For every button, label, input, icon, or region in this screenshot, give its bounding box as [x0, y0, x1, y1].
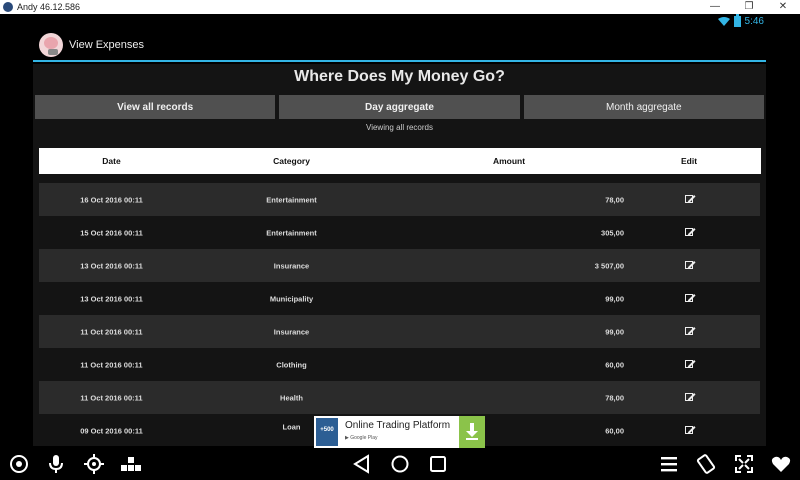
row-edit-button[interactable]: [639, 260, 739, 271]
row-category: Insurance: [273, 327, 310, 336]
edit-icon[interactable]: [685, 392, 693, 401]
wifi-icon: [717, 17, 730, 26]
view-mode-buttons: View all records Day aggregate Month agg…: [33, 95, 766, 119]
row-amount: 99,00: [605, 327, 624, 336]
table-row: 13 Oct 2016 00:11 Municipality 99,00: [39, 282, 760, 315]
ad-title[interactable]: Online Trading Platform: [345, 420, 450, 431]
ad-image[interactable]: +500: [316, 418, 338, 446]
row-amount: 60,00: [605, 360, 624, 369]
header-edit: Edit: [680, 156, 698, 166]
heart-icon[interactable]: [771, 454, 791, 474]
ad-banner[interactable]: +500 Online Trading Platform ▶ Google Pl…: [314, 416, 485, 448]
minimize-button[interactable]: —: [698, 0, 732, 14]
target-icon[interactable]: [9, 454, 29, 474]
table-row: 16 Oct 2016 00:11 Entertainment 78,00: [39, 183, 760, 216]
row-date: 16 Oct 2016 00:11: [80, 195, 143, 204]
row-category: Entertainment: [266, 195, 317, 204]
app-bar: View Expenses: [33, 30, 766, 62]
edit-icon[interactable]: [685, 425, 693, 434]
table-row: 15 Oct 2016 00:11 Entertainment 305,00: [39, 216, 760, 249]
header-category: Category: [273, 156, 310, 166]
row-edit-button[interactable]: [639, 227, 739, 238]
table-row: 11 Oct 2016 00:11 Clothing 60,00: [39, 348, 760, 381]
fullscreen-icon[interactable]: [734, 454, 754, 474]
row-category: Insurance: [273, 261, 310, 270]
microphone-icon[interactable]: [46, 454, 66, 474]
header-amount: Amount: [492, 156, 526, 166]
row-category: Municipality: [269, 294, 314, 303]
row-amount: 3 507,00: [594, 261, 624, 270]
view-status-text: Viewing all records: [366, 123, 433, 132]
month-aggregate-button[interactable]: Month aggregate: [523, 95, 764, 119]
row-edit-button[interactable]: [639, 425, 739, 436]
home-icon[interactable]: [390, 454, 410, 474]
menu-icon[interactable]: [659, 454, 679, 474]
andy-logo-icon: [3, 2, 13, 12]
row-edit-button[interactable]: [639, 293, 739, 304]
piggy-bank-icon[interactable]: [39, 33, 63, 57]
gps-location-icon[interactable]: [84, 454, 104, 474]
row-date: 15 Oct 2016 00:11: [80, 228, 143, 237]
row-amount: 305,00: [601, 228, 624, 237]
row-category: Clothing: [276, 360, 307, 369]
gamepad-keys-icon[interactable]: [121, 454, 141, 474]
app-title: View Expenses: [69, 39, 145, 51]
row-amount: 99,00: [605, 294, 624, 303]
expense-table: 16 Oct 2016 00:11 Entertainment 78,00 15…: [39, 174, 760, 446]
edit-icon[interactable]: [685, 194, 693, 203]
edit-icon[interactable]: [685, 293, 693, 302]
edit-icon[interactable]: [685, 260, 693, 269]
ad-download-button[interactable]: [459, 416, 485, 448]
row-date: 11 Oct 2016 00:11: [80, 393, 143, 402]
back-icon[interactable]: [352, 454, 372, 474]
row-date: 09 Oct 2016 00:11: [80, 426, 143, 435]
row-edit-button[interactable]: [639, 359, 739, 370]
row-category: Health: [280, 393, 303, 402]
edit-icon[interactable]: [685, 359, 693, 368]
table-row: 11 Oct 2016 00:11 Health 78,00: [39, 381, 760, 414]
row-amount: 78,00: [605, 393, 624, 402]
window-title: Andy 46.12.586: [17, 2, 81, 12]
day-aggregate-button[interactable]: Day aggregate: [279, 95, 520, 119]
main-content: Where Does My Money Go? View all records…: [33, 64, 766, 446]
row-edit-button[interactable]: [639, 194, 739, 205]
table-header: Date Category Amount Edit: [39, 148, 761, 174]
status-bar: 5:46: [0, 14, 800, 30]
battery-icon: [733, 14, 741, 27]
header-date: Date: [102, 156, 121, 166]
recent-apps-icon[interactable]: [428, 454, 448, 474]
restore-button[interactable]: ❐: [732, 0, 766, 14]
window-title-bar: Andy 46.12.586 — ❐ ✕: [0, 0, 800, 14]
row-edit-button[interactable]: [639, 326, 739, 337]
view-all-records-button[interactable]: View all records: [35, 95, 276, 119]
navigation-bar: [0, 448, 800, 480]
status-time: 5:46: [744, 16, 764, 27]
row-date: 13 Oct 2016 00:11: [80, 294, 143, 303]
table-row: 11 Oct 2016 00:11 Insurance 99,00: [39, 315, 760, 348]
row-edit-button[interactable]: [639, 392, 739, 403]
download-icon[interactable]: [465, 423, 479, 441]
ad-store-label: ▶ Google Play: [345, 435, 378, 441]
table-row: 13 Oct 2016 00:11 Insurance 3 507,00: [39, 249, 760, 282]
close-button[interactable]: ✕: [766, 0, 800, 14]
page-title: Where Does My Money Go?: [294, 68, 505, 85]
rotate-screen-icon[interactable]: [696, 454, 716, 474]
row-amount: 78,00: [605, 195, 624, 204]
row-date: 11 Oct 2016 00:11: [80, 327, 143, 336]
row-date: 13 Oct 2016 00:11: [80, 261, 143, 270]
edit-icon[interactable]: [685, 227, 693, 236]
edit-icon[interactable]: [685, 326, 693, 335]
row-category: Entertainment: [266, 228, 317, 237]
row-date: 11 Oct 2016 00:11: [80, 360, 143, 369]
